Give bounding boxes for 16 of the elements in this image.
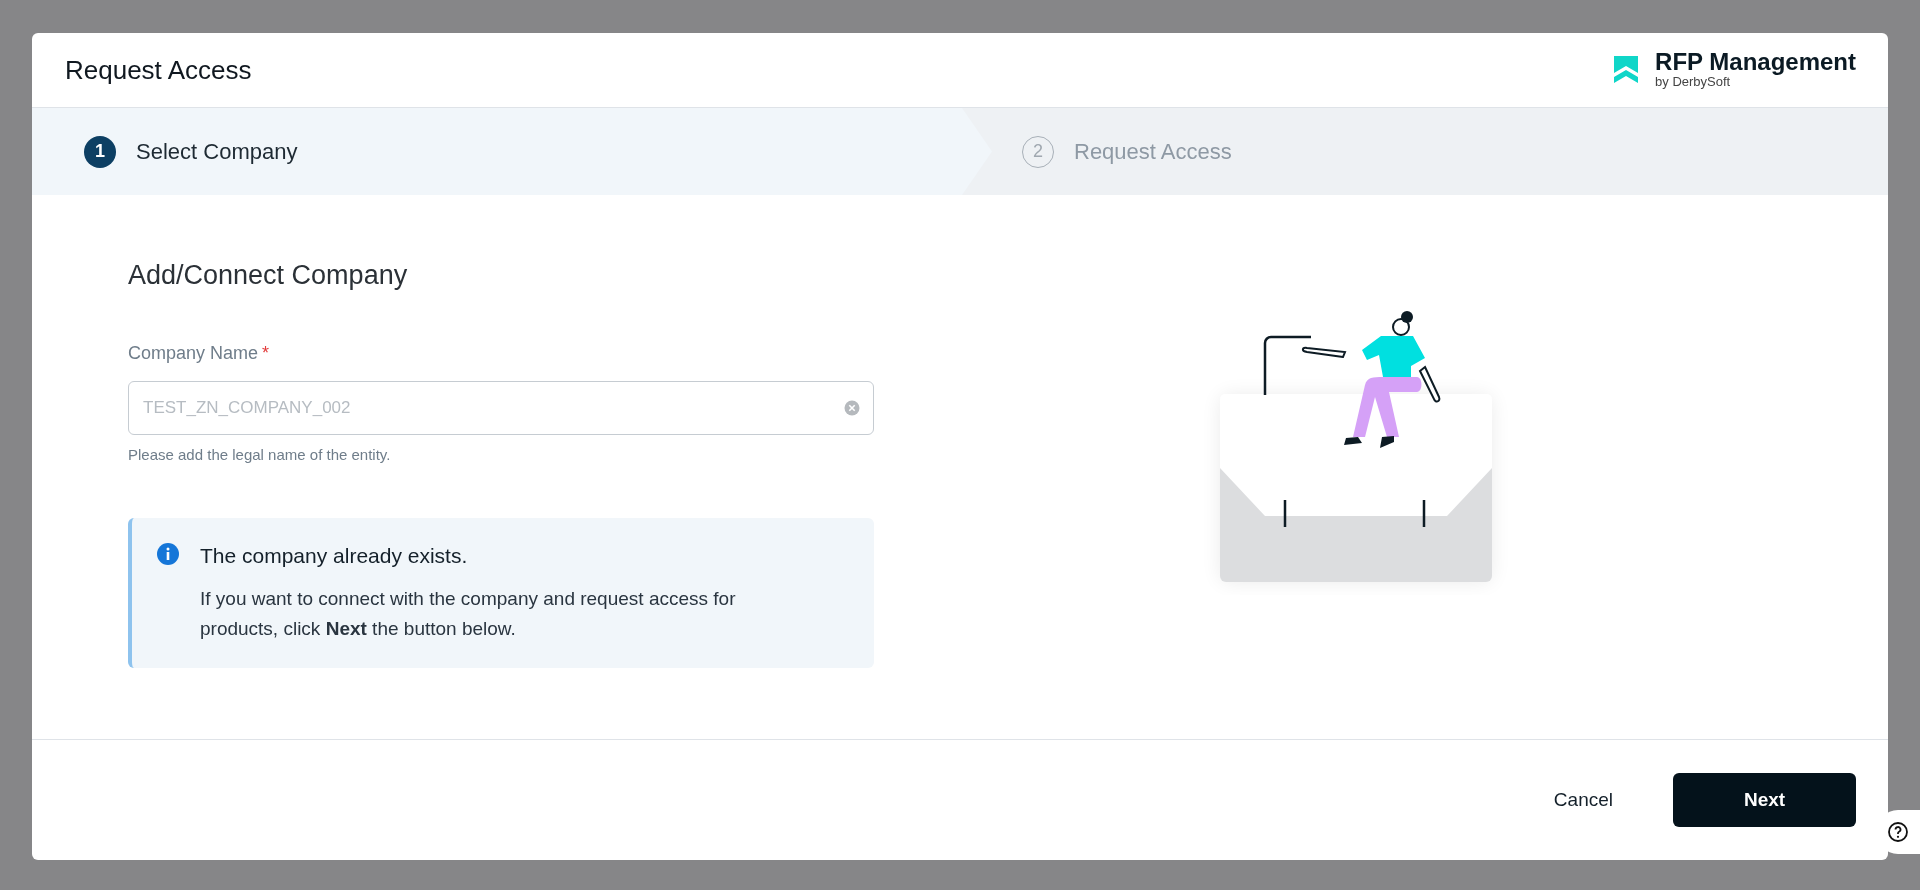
required-marker: * bbox=[262, 341, 270, 365]
step-tab[interactable]: 1 Select Company bbox=[32, 108, 992, 195]
brand-byline: by DerbySoft bbox=[1655, 74, 1731, 90]
alert-title: The company already exists. bbox=[200, 543, 469, 569]
info-icon bbox=[156, 542, 180, 566]
alert-message: If you want to connect with the company and request access for products, click Next the button below. bbox=[200, 586, 737, 641]
section-heading: Add/Connect Company bbox=[128, 259, 409, 292]
logo-icon bbox=[1613, 55, 1640, 85]
cancel-button[interactable]: Cancel bbox=[1533, 773, 1633, 827]
help-text: Please add the legal name of the entity. bbox=[128, 444, 392, 465]
help-icon bbox=[1887, 821, 1909, 843]
step-number: 1 bbox=[84, 135, 116, 168]
next-button[interactable]: Next bbox=[1673, 773, 1856, 827]
dialog-title: Request Access bbox=[65, 53, 252, 87]
field-label: Company Name bbox=[128, 341, 259, 365]
brand-name: RFP Management bbox=[1655, 50, 1856, 75]
